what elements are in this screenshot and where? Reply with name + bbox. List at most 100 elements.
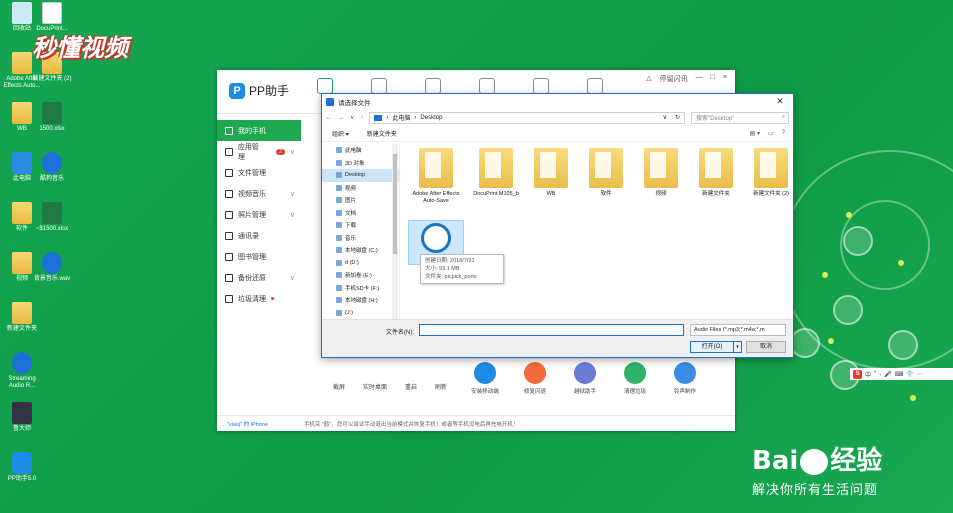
- folder-item[interactable]: 新建文件夹 (2): [743, 148, 799, 198]
- nav-item[interactable]: 手机SD卡 (F:): [322, 282, 399, 295]
- nav-item[interactable]: 3D 对象: [322, 157, 399, 170]
- sogou-ime-icon[interactable]: S: [853, 369, 862, 379]
- desktop-icon[interactable]: 酷狗音乐: [30, 152, 74, 183]
- open-button[interactable]: 打开(O): [690, 341, 734, 353]
- breadcrumb-this-pc[interactable]: 此电脑: [392, 113, 410, 122]
- refresh-icon[interactable]: ↻: [675, 114, 680, 121]
- ime-tool-icon[interactable]: °: [874, 371, 876, 377]
- sidebar-item[interactable]: 照片管理 ∨: [217, 204, 301, 225]
- nav-item[interactable]: Desktop: [322, 169, 399, 182]
- desktop-icon[interactable]: 背景音乐.wav: [30, 252, 74, 283]
- sidebar-item[interactable]: 图书管理: [217, 246, 301, 267]
- quick-app[interactable]: 清理垃圾: [617, 362, 653, 395]
- tab-ringtone-icon[interactable]: [533, 78, 549, 94]
- quick-app[interactable]: 安装移动端: [467, 362, 503, 395]
- scroll-thumb[interactable]: [393, 154, 397, 254]
- ime-tool-icon[interactable]: ,: [879, 371, 881, 377]
- sidebar-item[interactable]: 应用管理 2 ∨: [217, 141, 301, 162]
- up-arrow-icon[interactable]: ↑: [360, 115, 363, 121]
- tooltip-folder: 文件夹: picpick_ports: [425, 274, 477, 280]
- desktop-icon[interactable]: ~$1500.xlsx: [30, 202, 74, 233]
- breadcrumb-sep: ›: [386, 114, 389, 121]
- status-message: 手机突 "鹤"，您可以尝试手动退出当前模式并恢复手机！或者等手机没电后再充电开机…: [303, 421, 519, 428]
- tab-games-icon[interactable]: [425, 78, 441, 94]
- window-control[interactable]: △: [646, 74, 651, 84]
- device-tool-button[interactable]: 重启: [405, 382, 417, 391]
- nav-item[interactable]: 图片: [322, 194, 399, 207]
- nav-item[interactable]: 文档: [322, 207, 399, 220]
- quick-app[interactable]: 铃声制作: [667, 362, 703, 395]
- address-bar[interactable]: › 此电脑 › Desktop ∨ ↻: [369, 111, 685, 124]
- device-tool-button[interactable]: 实时桌面: [363, 382, 387, 391]
- desktop-icon[interactable]: 新建文件夹: [0, 302, 44, 333]
- nav-item[interactable]: d (D:): [322, 257, 399, 270]
- window-control[interactable]: ×: [723, 74, 727, 84]
- sidebar-item[interactable]: 通讯录: [217, 225, 301, 246]
- desktop-icon[interactable]: 鲁大师: [0, 402, 44, 433]
- breadcrumb-desktop[interactable]: Desktop: [420, 115, 442, 121]
- sidebar-item-label: 照片管理: [238, 211, 266, 219]
- folder-item[interactable]: WB: [523, 148, 579, 198]
- folder-item[interactable]: DocuPrint M105_b: [468, 148, 524, 198]
- folder-item[interactable]: 视频: [633, 148, 689, 198]
- desktop-icon[interactable]: PP助手5.0: [0, 452, 44, 483]
- organize-button[interactable]: 组织 ▾: [332, 129, 349, 138]
- nav-item[interactable]: (J:): [322, 307, 399, 320]
- close-icon[interactable]: ✕: [767, 94, 793, 109]
- dropdown-history-icon[interactable]: ∨: [350, 114, 354, 121]
- desktop-icon[interactable]: Streaming Audio R...: [0, 352, 44, 390]
- file-list: Adobe After Effects Auto-Save DocuPrint M…: [408, 146, 789, 318]
- tab-apps-icon[interactable]: [371, 78, 387, 94]
- sidebar-item[interactable]: 备份还原 ∨: [217, 267, 301, 288]
- tab-toolbox-icon[interactable]: [587, 78, 603, 94]
- ime-tool-icon[interactable]: 中: [865, 370, 871, 379]
- folder-item[interactable]: 新建文件夹: [688, 148, 744, 198]
- desktop-icon[interactable]: 1500.xlsx: [30, 102, 74, 133]
- window-control[interactable]: 停留闪讯: [660, 74, 688, 84]
- chevron-down-icon[interactable]: ∨: [663, 114, 667, 121]
- window-control[interactable]: □: [711, 74, 715, 84]
- sidebar-item[interactable]: 我的手机: [217, 120, 301, 141]
- sidebar-item[interactable]: 垃圾清理: [217, 288, 301, 309]
- ime-tool-icon[interactable]: ⌨: [895, 371, 904, 378]
- forward-arrow-icon[interactable]: →: [338, 115, 344, 121]
- new-folder-button[interactable]: 新建文件夹: [367, 129, 397, 138]
- device-tool-button[interactable]: 刷新: [435, 382, 447, 391]
- sidebar-item[interactable]: 文件管理: [217, 162, 301, 183]
- nav-scrollbar[interactable]: [392, 144, 398, 319]
- nav-item[interactable]: 视频: [322, 182, 399, 195]
- help-icon[interactable]: ?: [782, 130, 785, 137]
- filename-input[interactable]: [419, 324, 684, 336]
- ime-tool-icon[interactable]: ⋯: [917, 371, 923, 378]
- file-label: WB: [546, 191, 556, 197]
- folder-item[interactable]: 软件: [578, 148, 634, 198]
- device-tool-button[interactable]: 截屏: [333, 382, 345, 391]
- cancel-button[interactable]: 取消: [746, 341, 786, 353]
- preview-pane-icon[interactable]: ▭: [768, 130, 774, 137]
- dialog-app-icon: [326, 97, 334, 106]
- ime-tool-icon[interactable]: 👕: [906, 371, 913, 378]
- quick-app[interactable]: 越狱助手: [567, 362, 603, 395]
- device-name-link[interactable]: "xiaoj" 的 iPhone: [227, 420, 268, 428]
- sidebar-item[interactable]: 视频音乐 ∨: [217, 183, 301, 204]
- nav-item[interactable]: 新加卷 (E:): [322, 269, 399, 282]
- ime-tool-icon[interactable]: 🎤: [884, 371, 891, 378]
- nav-item[interactable]: 音乐: [322, 232, 399, 245]
- deco-dot: [910, 395, 916, 401]
- nav-item[interactable]: 本地磁盘 (H:): [322, 294, 399, 307]
- audio-file-icon: [421, 223, 451, 253]
- tab-my-device-icon[interactable]: [317, 78, 333, 94]
- tab-wallpaper-icon[interactable]: [479, 78, 495, 94]
- folder-item[interactable]: Adobe After Effects Auto-Save: [408, 148, 464, 204]
- nav-item[interactable]: 此电脑: [322, 144, 399, 157]
- dialog-titlebar: 请选择文件 ✕: [322, 94, 793, 109]
- back-arrow-icon[interactable]: ←: [326, 115, 332, 121]
- open-dropdown-icon[interactable]: ▾: [734, 341, 742, 353]
- filetype-select[interactable]: Audio Files (*.mp3;*.m4a;*.m: [690, 324, 786, 336]
- quick-app[interactable]: 修复闪退: [517, 362, 553, 395]
- nav-item[interactable]: 本地磁盘 (C:): [322, 244, 399, 257]
- window-control[interactable]: —: [696, 74, 703, 84]
- search-input[interactable]: 搜索"Desktop" ⌕: [691, 111, 789, 124]
- view-options-icon[interactable]: ▤ ▾: [750, 130, 760, 137]
- nav-item[interactable]: 下载: [322, 219, 399, 232]
